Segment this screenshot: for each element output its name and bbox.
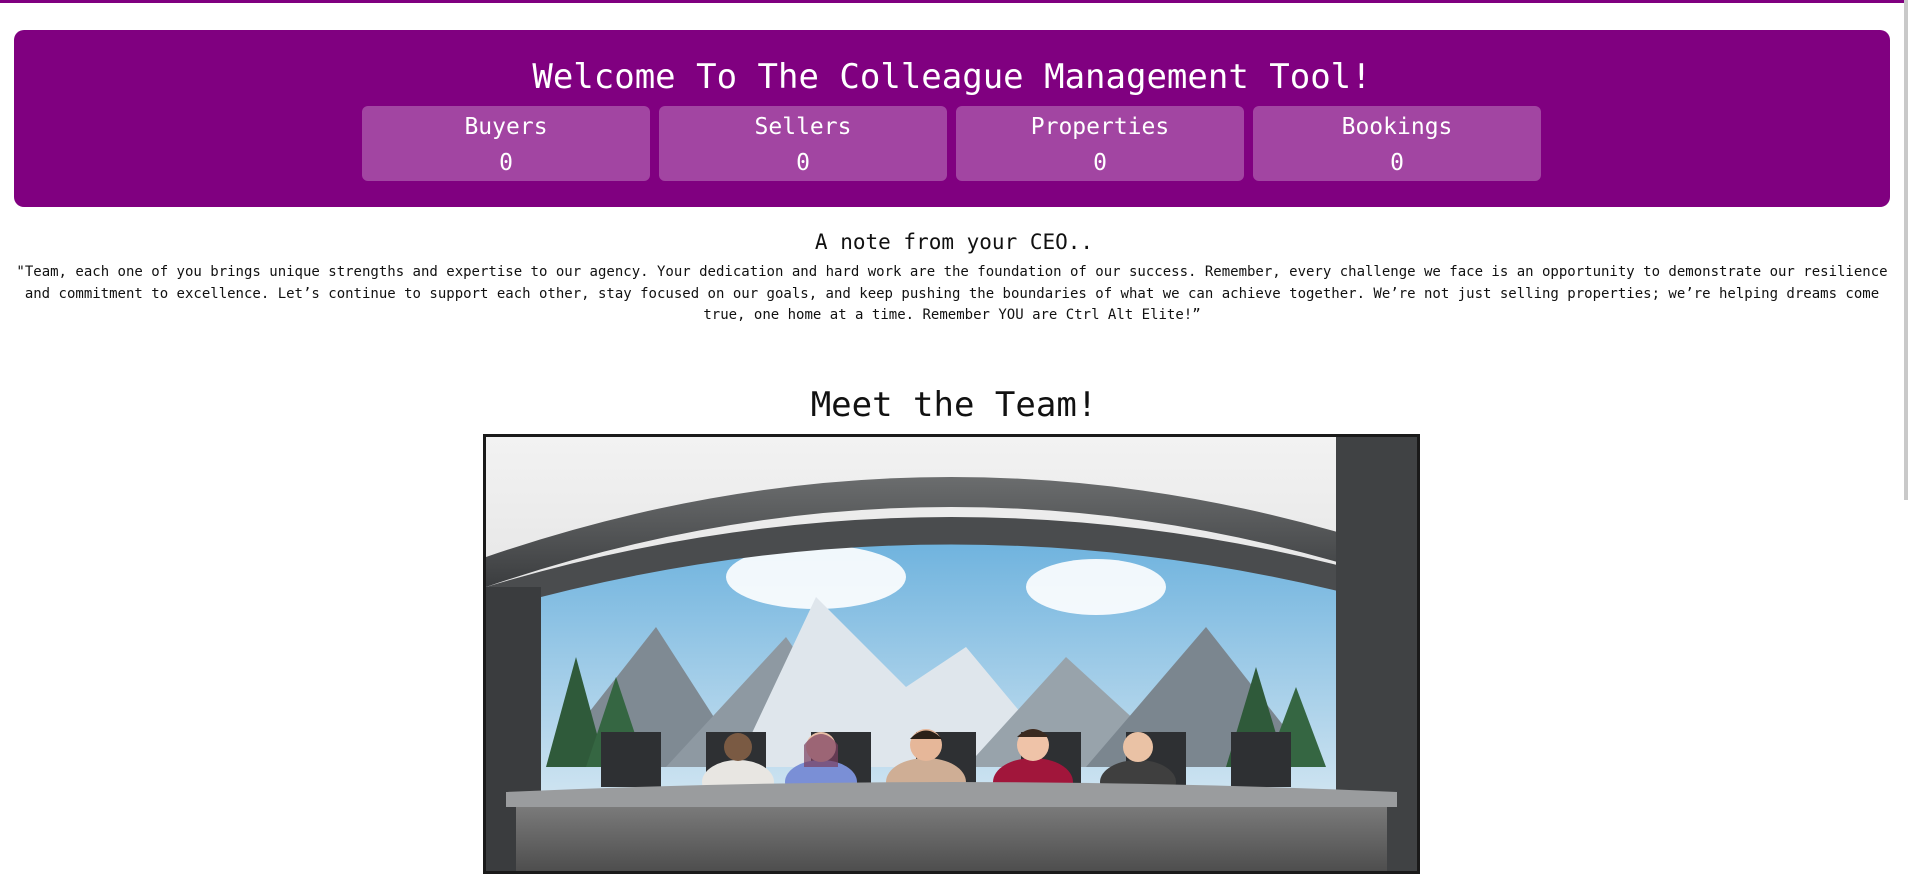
welcome-banner: Welcome To The Colleague Management Tool… [14, 30, 1890, 207]
stat-card-sellers[interactable]: Sellers 0 [659, 106, 947, 181]
ceo-note-heading: A note from your CEO.. [814, 230, 1094, 254]
stat-value: 0 [1093, 150, 1107, 176]
page-title: Welcome To The Colleague Management Tool… [532, 57, 1372, 97]
stat-label: Bookings [1341, 114, 1453, 140]
stat-card-properties[interactable]: Properties 0 [956, 106, 1244, 181]
stat-value: 0 [499, 150, 513, 176]
team-photo [483, 434, 1420, 874]
stat-value: 0 [1390, 150, 1404, 176]
stat-label: Properties [1030, 114, 1170, 140]
stat-card-buyers[interactable]: Buyers 0 [362, 106, 650, 181]
stats-row: Buyers 0 Sellers 0 Properties 0 Bookings… [362, 106, 1542, 181]
ceo-note-quote: "Team, each one of you brings unique str… [16, 264, 1888, 323]
stat-label: Sellers [754, 114, 852, 140]
stat-value: 0 [796, 150, 810, 176]
top-accent-rule [0, 0, 1908, 3]
stat-card-bookings[interactable]: Bookings 0 [1253, 106, 1541, 181]
stat-label: Buyers [464, 114, 548, 140]
team-heading: Meet the Team! [810, 385, 1098, 425]
